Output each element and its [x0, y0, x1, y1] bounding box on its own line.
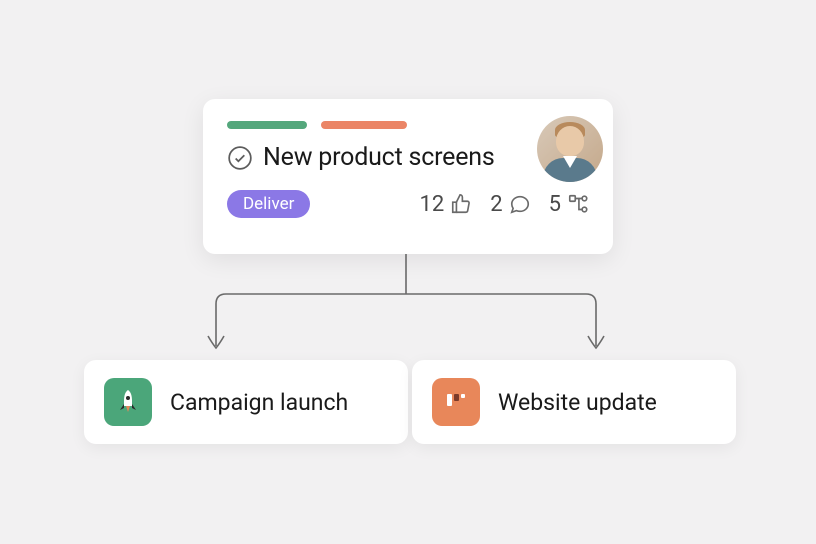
- rocket-icon: [116, 388, 140, 416]
- tag-row: [227, 121, 589, 129]
- child-task-card[interactable]: Website update: [412, 360, 736, 444]
- likes-stat[interactable]: 12: [420, 192, 473, 217]
- stage-badge[interactable]: Deliver: [227, 190, 310, 218]
- thumbs-up-icon: [450, 193, 472, 215]
- child-task-title: Website update: [498, 389, 657, 416]
- likes-count: 12: [420, 192, 445, 217]
- tag-green: [227, 121, 307, 129]
- comments-stat[interactable]: 2: [490, 192, 530, 217]
- title-row: New product screens: [227, 143, 589, 172]
- hierarchy-connector: [200, 254, 612, 360]
- subtasks-count: 5: [549, 192, 561, 217]
- check-circle-icon[interactable]: [227, 145, 253, 171]
- comment-icon: [509, 193, 531, 215]
- child-task-card[interactable]: Campaign launch: [84, 360, 408, 444]
- comments-count: 2: [490, 192, 502, 217]
- subtasks-stat[interactable]: 5: [549, 192, 589, 217]
- tag-orange: [321, 121, 407, 129]
- subtasks-icon: [567, 193, 589, 215]
- task-title: New product screens: [263, 143, 495, 172]
- rocket-app-icon: [104, 378, 152, 426]
- board-icon: [444, 390, 468, 414]
- board-app-icon: [432, 378, 480, 426]
- assignee-avatar[interactable]: [537, 116, 603, 182]
- meta-row: Deliver 12 2 5: [227, 190, 589, 218]
- child-task-title: Campaign launch: [170, 389, 348, 416]
